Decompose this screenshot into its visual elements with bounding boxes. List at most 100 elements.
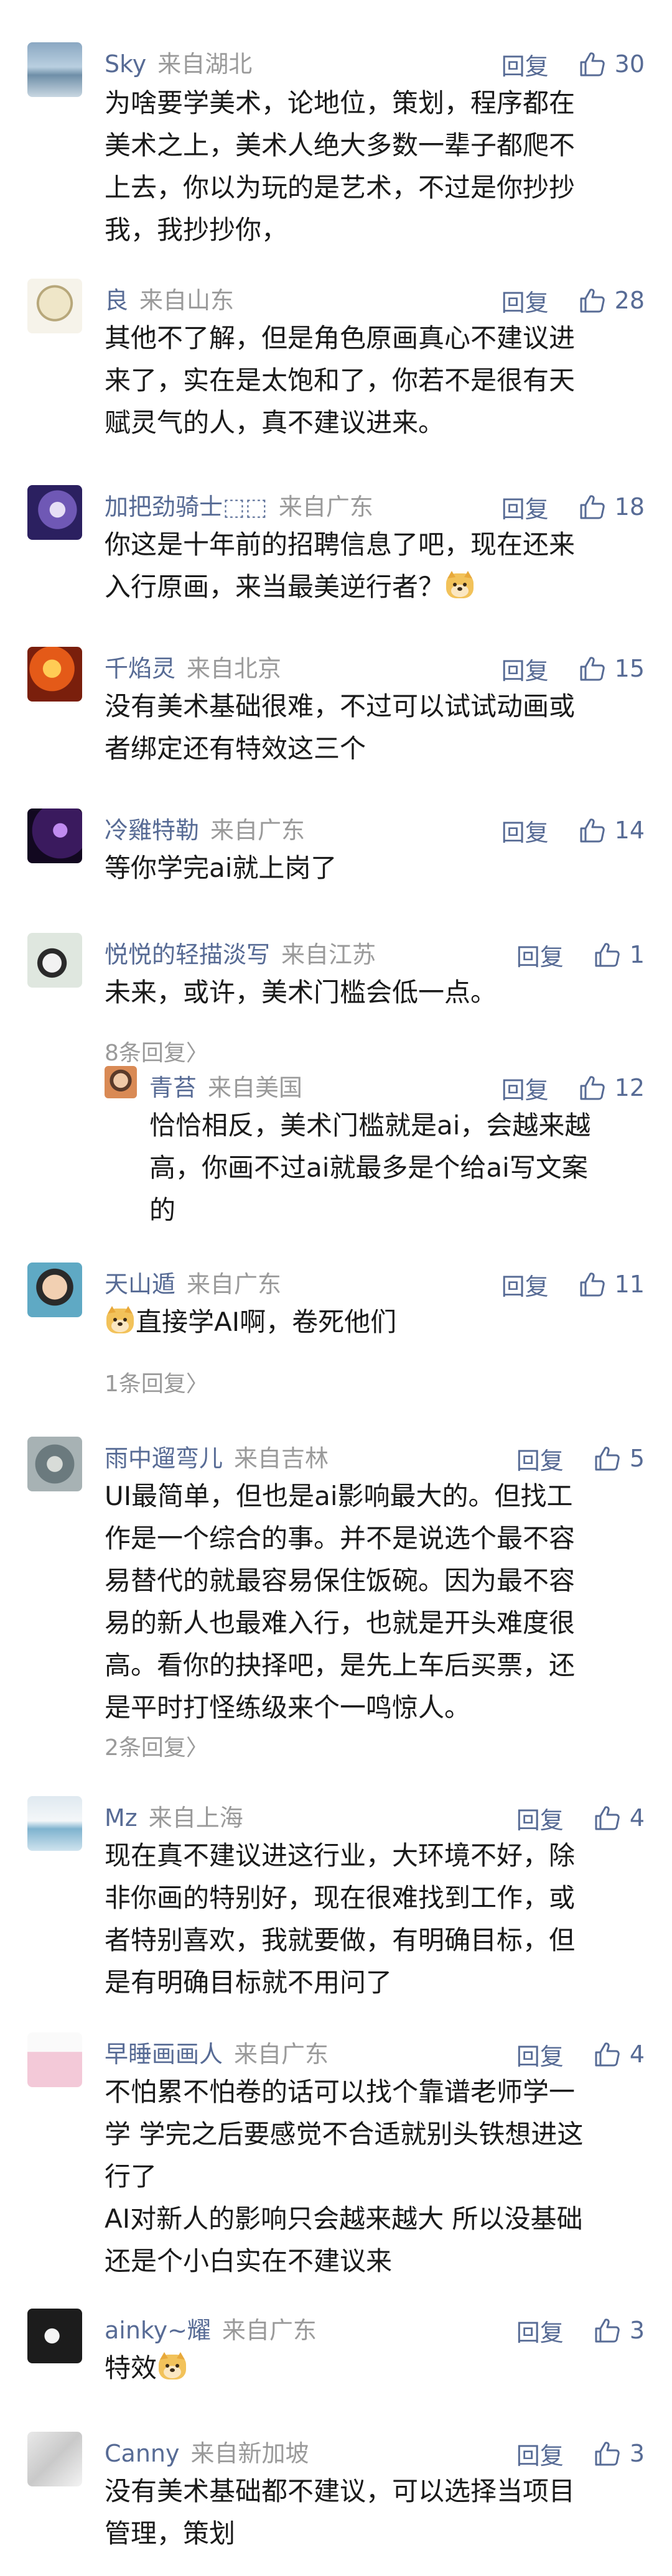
comment-actions: 回复 28	[502, 279, 645, 322]
comment-line: 非你画的特别好，现在很难找到工作，或	[105, 1883, 576, 1913]
avatar[interactable]	[27, 1263, 82, 1317]
avatar[interactable]	[27, 647, 82, 702]
comment-line: 特效	[105, 2347, 635, 2389]
comment-line: 行了	[105, 2161, 157, 2192]
username[interactable]: ainky~耀	[105, 2317, 211, 2344]
like-count: 4	[629, 2041, 645, 2068]
like-button[interactable]: 3	[594, 2317, 645, 2344]
thumb-up-icon	[580, 289, 605, 313]
reply-button[interactable]: 回复	[502, 652, 549, 686]
comment-actions: 回复 14	[502, 808, 645, 852]
reply-button[interactable]: 回复	[502, 47, 549, 81]
like-count: 14	[614, 817, 645, 844]
comment-line: 没有美术基础都不建议，可以选择当项目	[105, 2476, 576, 2506]
reply-button[interactable]: 回复	[516, 1442, 564, 1476]
reply-button[interactable]: 回复	[502, 1071, 549, 1105]
location-label: 来自广东	[187, 1271, 282, 1298]
like-button[interactable]: 28	[579, 287, 645, 314]
like-button[interactable]: 3	[594, 2440, 645, 2467]
thumb-up-icon	[580, 1076, 605, 1100]
username[interactable]: 天山遁	[105, 1271, 175, 1298]
reply-button[interactable]: 回复	[502, 284, 549, 318]
view-replies-link[interactable]: 2条回复〉	[105, 1730, 208, 1762]
like-button[interactable]: 4	[594, 1804, 645, 1832]
doge-emoji-icon	[106, 1306, 134, 1333]
username[interactable]: 良	[105, 287, 128, 314]
comment-line: 易替代的就最容易保住饭碗。因为最不容	[105, 1565, 576, 1596]
comment-line: 入行原画，来当最美逆行者？	[105, 566, 635, 608]
comment-text: 不怕累不怕卷的话可以找个靠谱老师学一学 学完之后要感觉不合适就别头铁想进这 行了 A…	[105, 2071, 635, 2282]
comment-text: 等你学完ai就上岗了	[105, 847, 635, 889]
location-label: 来自广东	[210, 817, 306, 844]
comment-actions: 回复 15	[502, 647, 645, 690]
like-count: 18	[614, 493, 645, 521]
comment-actions: 回复 5	[516, 1437, 645, 1480]
location-label: 来自江苏	[281, 941, 376, 968]
avatar[interactable]	[105, 1066, 137, 1098]
avatar[interactable]	[27, 485, 82, 540]
comment-line: 作是一个综合的事。并不是说选个最不容	[105, 1523, 576, 1554]
comment-actions: 回复 11	[502, 1263, 645, 1306]
thumb-up-icon	[595, 1806, 620, 1830]
thumb-up-icon	[580, 1272, 605, 1297]
avatar[interactable]	[27, 2432, 82, 2486]
reply-button[interactable]: 回复	[502, 490, 549, 524]
username[interactable]: Mz	[105, 1804, 138, 1832]
like-button[interactable]: 5	[594, 1445, 645, 1472]
like-count: 3	[629, 2317, 645, 2344]
username[interactable]: 加把劲骑士⬚⬚	[105, 493, 268, 521]
reply-button[interactable]: 回复	[516, 938, 564, 972]
like-count: 4	[629, 1804, 645, 1832]
comment-line: 的	[149, 1195, 176, 1225]
avatar[interactable]	[27, 2309, 82, 2363]
like-count: 15	[614, 655, 645, 682]
view-replies-link[interactable]: 1条回复〉	[105, 1366, 208, 1398]
location-label: 来自广东	[234, 2041, 329, 2068]
like-button[interactable]: 12	[579, 1074, 645, 1101]
reply-button[interactable]: 回复	[516, 2037, 564, 2072]
comment-actions: 回复 18	[502, 485, 645, 529]
like-button[interactable]: 18	[579, 493, 645, 521]
like-button[interactable]: 14	[579, 817, 645, 844]
comment-text: 特效	[105, 2347, 635, 2389]
like-button[interactable]: 15	[579, 655, 645, 682]
comment-line: 等你学完ai就上岗了	[105, 853, 337, 883]
comment-line: 为啥要学美术，论地位，策划，程序都在	[105, 88, 576, 118]
username[interactable]: 千焰灵	[105, 655, 175, 682]
username[interactable]: 冷雞特勒	[105, 817, 199, 844]
reply-button[interactable]: 回复	[502, 1267, 549, 1302]
thumb-up-icon	[595, 2319, 620, 2343]
reply-button[interactable]: 回复	[516, 2437, 564, 2471]
username[interactable]: Canny	[105, 2440, 179, 2467]
comment-line: 者特别喜欢，我就要做，有明确目标，但	[105, 1925, 576, 1955]
username[interactable]: 早睡画画人	[105, 2041, 223, 2068]
view-replies-link[interactable]: 8条回复〉	[105, 1035, 208, 1067]
comment-line: 赋灵气的人，真不建议进来。	[105, 407, 445, 438]
comment-line: 不怕累不怕卷的话可以找个靠谱老师学一	[105, 2077, 576, 2107]
username[interactable]: 悦悦的轻描淡写	[105, 941, 270, 968]
thumb-up-icon	[595, 1447, 620, 1471]
reply-button[interactable]: 回复	[516, 2314, 564, 2348]
like-button[interactable]: 1	[594, 941, 645, 968]
avatar[interactable]	[27, 933, 82, 988]
username[interactable]: 雨中遛弯儿	[105, 1445, 223, 1472]
avatar[interactable]	[27, 279, 82, 333]
username[interactable]: 青苔	[149, 1074, 197, 1101]
avatar[interactable]	[27, 808, 82, 863]
avatar[interactable]	[27, 42, 82, 97]
comment-line: 未来，或许，美术门槛会低一点。	[105, 977, 497, 1008]
like-count: 3	[629, 2440, 645, 2467]
comment-text: 为啥要学美术，论地位，策划，程序都在 美术之上，美术人绝大多数一辈子都爬不 上去，你…	[105, 82, 635, 251]
comment-actions: 回复 30	[502, 42, 645, 86]
like-button[interactable]: 30	[579, 50, 645, 78]
avatar[interactable]	[27, 1437, 82, 1491]
avatar[interactable]	[27, 2032, 82, 2087]
comment-line: 高，你画不过ai就最多是个给ai写文案	[149, 1152, 588, 1183]
like-button[interactable]: 4	[594, 2041, 645, 2068]
reply-button[interactable]: 回复	[502, 813, 549, 848]
comment-line: 美术之上，美术人绝大多数一辈子都爬不	[105, 130, 576, 160]
like-button[interactable]: 11	[579, 1271, 645, 1298]
reply-button[interactable]: 回复	[516, 1801, 564, 1835]
avatar[interactable]	[27, 1796, 82, 1851]
username[interactable]: Sky	[105, 50, 146, 78]
